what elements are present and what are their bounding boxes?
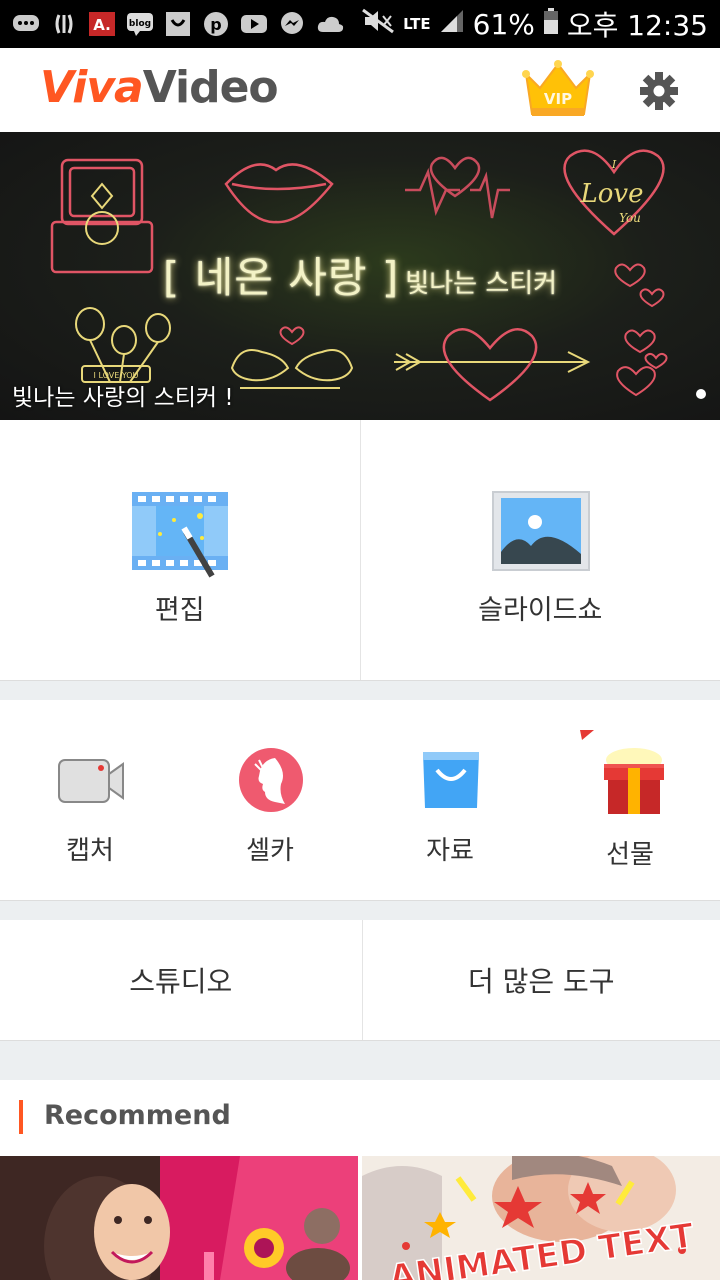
gift-label: 선물 <box>606 840 654 870</box>
vip-crown-button[interactable]: VIP <box>522 60 594 122</box>
app-bar: VivaVideo VIP <box>0 48 720 133</box>
selfie-label: 셀카 <box>246 836 294 866</box>
youtube-icon <box>240 11 268 37</box>
recommend-thumb-1[interactable] <box>0 1156 358 1280</box>
tools-row: 캡처 셀카 자료 선물 <box>0 700 720 901</box>
film-edit-icon <box>132 492 228 578</box>
blog-icon: blog <box>126 11 154 37</box>
love-heart-icon: I Love You <box>563 149 665 236</box>
vip-label: VIP <box>544 90 572 108</box>
gear-icon <box>640 72 678 110</box>
svg-text:p: p <box>210 15 221 34</box>
svg-text:blog: blog <box>129 19 151 29</box>
slideshow-label: 슬라이드쇼 <box>478 595 603 626</box>
promo-banner[interactable]: I Love You I LOVE YOU [네온 사랑] 빛나는 스티커 … <box>0 132 720 420</box>
battery-percent: 61% <box>472 7 535 41</box>
banner-page-indicator <box>696 389 706 399</box>
recommend-section: Recommend ANIMATED TEXT <box>0 1080 720 1280</box>
deco-you-text: You <box>619 211 641 225</box>
recommend-thumb-2[interactable]: ANIMATED TEXT <box>362 1156 720 1280</box>
more-tools-button[interactable]: 더 많은 도구 <box>361 920 720 1040</box>
materials-label: 자료 <box>426 836 474 866</box>
woman-photo-image <box>0 1156 358 1280</box>
slideshow-button[interactable]: 슬라이드쇼 <box>359 420 720 680</box>
network-type: LTE <box>403 15 431 33</box>
svg-text:A.: A. <box>93 16 111 34</box>
selfie-button[interactable]: 셀카 <box>180 700 360 900</box>
clock: 오후 12:35 <box>566 9 708 42</box>
selfie-icon <box>239 748 303 812</box>
banner-caption: 빛나는 사랑의 스티커 ! <box>12 385 234 411</box>
crown-icon: VIP <box>522 60 594 116</box>
acrobat-icon: A. <box>88 11 116 37</box>
settings-button[interactable] <box>638 70 680 112</box>
status-right: LTE 61% 오후 12:35 <box>361 4 708 44</box>
deco-love-text: Love <box>580 179 644 209</box>
banner-title-sub: 빛나는 스티커 <box>405 269 558 299</box>
recommend-title: Recommend <box>44 1100 231 1131</box>
animated-text-image: ANIMATED TEXT <box>362 1156 720 1280</box>
new-badge-icon <box>580 730 594 740</box>
materials-button[interactable]: 자료 <box>360 700 540 900</box>
signal-icon <box>439 8 465 41</box>
message-icon <box>12 11 40 37</box>
status-bar: A. blog p LTE 61% 오후 12:35 <box>0 0 720 48</box>
arrow-heart-icon <box>394 328 591 402</box>
section-accent-bar <box>19 1100 23 1134</box>
mute-icon <box>361 8 395 41</box>
studio-button[interactable]: 스튜디오 <box>0 920 362 1040</box>
image-icon <box>491 491 590 571</box>
hurl-icon <box>50 11 78 37</box>
shopping-bag-icon <box>423 752 479 808</box>
video-camera-icon <box>58 759 124 803</box>
edit-button[interactable]: 편집 <box>0 420 360 680</box>
deco-i-text: I <box>611 158 617 171</box>
secondary-actions: 스튜디오 더 많은 도구 <box>0 920 720 1041</box>
love-birds-icon <box>230 349 354 389</box>
lips-icon <box>224 163 334 224</box>
app-logo: VivaVideo <box>40 62 279 113</box>
edit-label: 편집 <box>154 595 205 626</box>
banner-title-main: [ 네온 사랑 ] <box>162 253 400 302</box>
heartbeat-icon <box>405 156 510 219</box>
gift-button[interactable]: 선물 <box>540 700 720 900</box>
banner-title: [ 네온 사랑 ] 빛나는 스티커 <box>0 244 720 305</box>
main-actions: 편집 슬라이드쇼 <box>0 420 720 681</box>
capture-button[interactable]: 캡처 <box>0 700 180 900</box>
gift-icon <box>604 748 664 814</box>
pinterest-icon: p <box>202 11 230 37</box>
cloud-icon <box>316 11 344 37</box>
logo-video: Video <box>142 62 279 113</box>
logo-viva: Viva <box>40 62 144 113</box>
pocket-icon <box>164 11 192 37</box>
capture-label: 캡처 <box>66 836 114 866</box>
messenger-icon <box>278 11 306 37</box>
notification-icons: A. blog p <box>12 11 344 37</box>
battery-icon <box>543 7 559 42</box>
